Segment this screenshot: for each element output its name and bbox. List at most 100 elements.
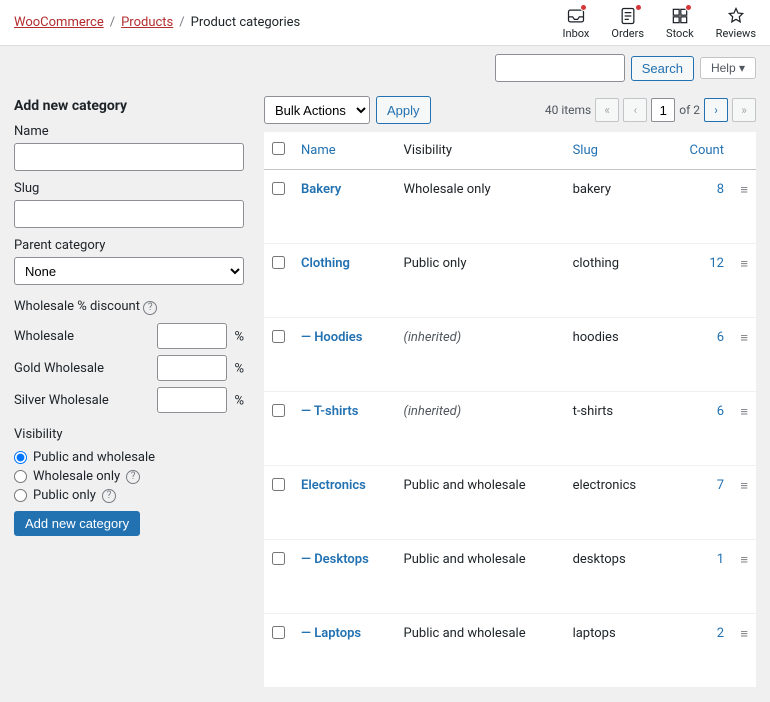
tier-label: Silver Wholesale [14, 393, 109, 408]
category-link[interactable]: Electronics [301, 478, 366, 493]
row-slug: bakery [565, 170, 662, 244]
row-visibility: Public only [396, 244, 565, 318]
table-row: Bakery Wholesale onlybakery8≡ [264, 170, 756, 244]
tier-label: Wholesale [14, 329, 74, 344]
stock-button[interactable]: Stock [666, 6, 694, 40]
prev-page-button[interactable]: ‹ [623, 98, 647, 122]
help-icon[interactable]: ? [102, 489, 116, 503]
category-link[interactable]: — Laptops [301, 626, 361, 641]
category-link[interactable]: Clothing [301, 256, 350, 271]
col-slug[interactable]: Slug [565, 132, 662, 170]
table-row: — Laptops Public and wholesalelaptops2≡ [264, 614, 756, 688]
tier-label: Gold Wholesale [14, 361, 104, 376]
row-count[interactable]: 12 [662, 244, 732, 318]
items-count: 40 items [545, 103, 591, 117]
row-checkbox[interactable] [272, 330, 285, 343]
row-visibility: (inherited) [396, 392, 565, 466]
category-link[interactable]: — T-shirts [301, 404, 358, 419]
row-checkbox[interactable] [272, 552, 285, 565]
vis-wholesale-only[interactable]: Wholesale only ? [14, 469, 244, 484]
row-count[interactable]: 2 [662, 614, 732, 688]
row-checkbox[interactable] [272, 404, 285, 417]
search-input[interactable] [495, 54, 625, 82]
parent-select[interactable]: None [14, 257, 244, 285]
orders-button[interactable]: Orders [611, 6, 644, 40]
table-row: — Desktops Public and wholesaledesktops1≡ [264, 540, 756, 614]
category-link[interactable]: — Desktops [301, 552, 369, 567]
select-all-checkbox[interactable] [272, 142, 285, 155]
tier-input[interactable] [157, 387, 227, 413]
tier-input[interactable] [157, 355, 227, 381]
row-visibility: Public and wholesale [396, 466, 565, 540]
category-link[interactable]: Bakery [301, 182, 341, 197]
row-count[interactable]: 6 [662, 392, 732, 466]
row-count[interactable]: 6 [662, 318, 732, 392]
row-count[interactable]: 1 [662, 540, 732, 614]
name-label: Name [14, 124, 244, 139]
reviews-button[interactable]: Reviews [716, 6, 756, 40]
row-visibility: Public and wholesale [396, 540, 565, 614]
inbox-button[interactable]: Inbox [563, 6, 590, 40]
row-visibility: Wholesale only [396, 170, 565, 244]
row-checkbox[interactable] [272, 256, 285, 269]
breadcrumb-current: Product categories [191, 15, 301, 30]
drag-handle-icon[interactable]: ≡ [732, 614, 756, 688]
slug-label: Slug [14, 181, 244, 196]
row-count[interactable]: 7 [662, 466, 732, 540]
col-name[interactable]: Name [293, 132, 396, 170]
categories-table: Name Visibility Slug Count Bakery Wholesa… [264, 132, 756, 688]
orders-badge-icon [635, 4, 642, 11]
next-page-button[interactable]: › [704, 98, 728, 122]
first-page-button[interactable]: « [595, 98, 619, 122]
row-checkbox[interactable] [272, 182, 285, 195]
last-page-button[interactable]: » [732, 98, 756, 122]
table-row: Clothing Public onlyclothing12≡ [264, 244, 756, 318]
row-visibility: Public and wholesale [396, 614, 565, 688]
inbox-badge-icon [580, 4, 587, 11]
row-slug: t-shirts [565, 392, 662, 466]
row-count[interactable]: 8 [662, 170, 732, 244]
row-slug: clothing [565, 244, 662, 318]
row-slug: electronics [565, 466, 662, 540]
table-row: — T-shirts (inherited)t-shirts6≡ [264, 392, 756, 466]
help-icon[interactable]: ? [143, 301, 157, 315]
drag-handle-icon[interactable]: ≡ [732, 318, 756, 392]
parent-label: Parent category [14, 238, 244, 253]
help-button[interactable]: Help ▾ [700, 57, 756, 79]
drag-handle-icon[interactable]: ≡ [732, 466, 756, 540]
drag-handle-icon[interactable]: ≡ [732, 170, 756, 244]
drag-handle-icon[interactable]: ≡ [732, 244, 756, 318]
form-heading: Add new category [14, 98, 244, 114]
breadcrumb-products[interactable]: Products [121, 15, 173, 30]
row-slug: laptops [565, 614, 662, 688]
name-input[interactable] [14, 143, 244, 171]
row-visibility: (inherited) [396, 318, 565, 392]
slug-input[interactable] [14, 200, 244, 228]
help-icon[interactable]: ? [126, 470, 140, 484]
drag-handle-icon[interactable]: ≡ [732, 392, 756, 466]
visibility-label: Visibility [14, 427, 244, 442]
breadcrumb-root[interactable]: WooCommerce [14, 15, 104, 30]
search-button[interactable]: Search [631, 56, 694, 81]
apply-button[interactable]: Apply [376, 96, 431, 124]
row-slug: desktops [565, 540, 662, 614]
drag-handle-icon[interactable]: ≡ [732, 540, 756, 614]
row-checkbox[interactable] [272, 478, 285, 491]
page-input[interactable] [651, 98, 675, 122]
row-checkbox[interactable] [272, 626, 285, 639]
col-visibility: Visibility [396, 132, 565, 170]
vis-public-wholesale[interactable]: Public and wholesale [14, 450, 244, 465]
table-row: Electronics Public and wholesaleelectroni… [264, 466, 756, 540]
discount-heading: Wholesale % discount ? [14, 299, 244, 315]
col-count[interactable]: Count [662, 132, 732, 170]
add-category-button[interactable]: Add new category [14, 511, 140, 536]
breadcrumb: WooCommerce / Products / Product categor… [14, 15, 300, 30]
bulk-actions-select[interactable]: Bulk Actions [264, 96, 370, 124]
star-icon [726, 6, 746, 26]
stock-badge-icon [685, 4, 692, 11]
category-link[interactable]: — Hoodies [301, 330, 362, 345]
tier-input[interactable] [157, 323, 227, 349]
table-row: — Hoodies (inherited)hoodies6≡ [264, 318, 756, 392]
vis-public-only[interactable]: Public only ? [14, 488, 244, 503]
row-slug: hoodies [565, 318, 662, 392]
